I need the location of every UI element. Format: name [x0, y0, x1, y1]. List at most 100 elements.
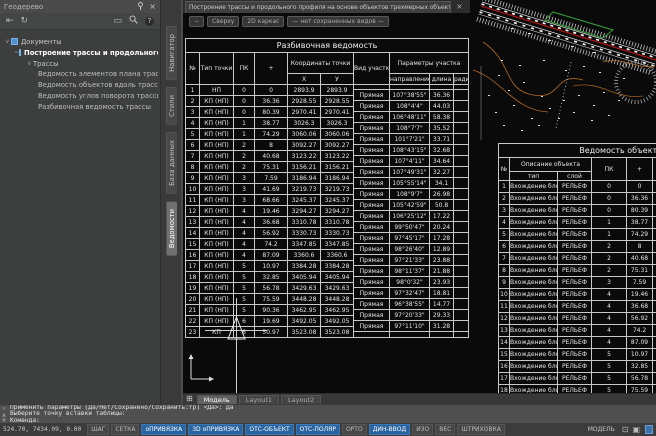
viewport-control-button[interactable]: Сверху — [207, 16, 239, 27]
refresh-icon[interactable]: ↻ — [21, 16, 29, 26]
segment-row: Прямая97°32'47"18.81 — [354, 288, 469, 299]
status-toggle-button[interactable]: ИЗО — [412, 424, 433, 435]
tree-leaf-item[interactable]: Разбивочная ведомость трассы — [4, 102, 158, 113]
chevron-down-icon[interactable]: ∨ — [26, 60, 33, 67]
stakeout-table-title: Разбивочная ведомость — [185, 38, 469, 52]
status-toggle-button[interactable]: 3D оПРИВЯЗКА — [188, 424, 243, 435]
object-row: 16Вхождение блокаРЕЛЬЕФ 532.85 — [499, 361, 656, 373]
stakeout-points: № Тип точки ПК + Координаты точки Х У — [185, 52, 354, 338]
document-tree: ∨ Документы − Построение трассы и продол… — [0, 30, 160, 113]
drawing-icon — [19, 49, 21, 56]
status-toggle-button[interactable]: ОРТО — [342, 424, 367, 435]
document-close-icon[interactable]: × — [456, 0, 463, 13]
object-row: 10Вхождение блокаРЕЛЬЕФ 419.46 — [499, 289, 656, 301]
stakeout-row: 8КП (НП)2 75.313156.213156.21 — [186, 162, 354, 173]
status-toggle-button[interactable]: СЕТКА — [111, 424, 139, 435]
object-row: 5Вхождение блокаРЕЛЬЕФ 174.29 — [499, 229, 656, 241]
status-toggle-button[interactable]: оПРИВЯЗКА — [141, 424, 186, 435]
object-row: 8Вхождение блокаРЕЛЬЕФ 275.31 — [499, 265, 656, 277]
panel-titlebar: Геодерево × — [0, 0, 160, 13]
segment-row: Прямая108°9'7"26.98 — [354, 189, 469, 200]
objects-table: Ведомость объектов № Описание объекта ПК… — [498, 143, 656, 393]
stakeout-row: 7КП (НП)2 40.683123.223123.22 — [186, 151, 354, 162]
object-row: 1Вхождение блокаРЕЛЬЕФ 00 — [499, 181, 656, 193]
tree-leaf-item[interactable]: Ведомость элементов плана трассы — [4, 69, 158, 80]
documents-icon — [11, 38, 18, 45]
tree-leaf-item[interactable]: Ведомость углов поворота трассы — [4, 91, 158, 102]
viewport-control-button[interactable]: 2D каркас — [242, 16, 284, 27]
segment-row: Прямая108°43'15"32.68 — [354, 145, 469, 156]
tree-node-routes[interactable]: ∨ Трассы — [4, 58, 158, 69]
layout-tab[interactable]: Модель — [197, 395, 237, 404]
tree-node-documents[interactable]: ∨ Документы — [4, 36, 158, 47]
segment-row: Прямая108°4'4"44.03 — [354, 101, 469, 112]
search-icon[interactable] — [129, 15, 138, 27]
stakeout-row: 13КП (НП)4 36.683310.783310.78 — [186, 217, 354, 228]
layout-grid-icon[interactable]: ⊞ — [186, 395, 193, 403]
command-gutter: ≡ ▲ ▼ — [0, 405, 8, 423]
segment-row: Прямая108°7'7"35.52 — [354, 123, 469, 134]
workspace-icon[interactable]: ▣ — [632, 425, 640, 434]
segment-row: Прямая105°55'14"34.1 — [354, 178, 469, 189]
stakeout-segments: Вид участка Параметры участка направлени… — [353, 52, 469, 338]
status-toggle-button[interactable]: ОТС-ОБЪЕКТ — [245, 424, 293, 435]
document-tab[interactable]: Построение трассы и продольного профиля … — [185, 1, 451, 13]
side-tab[interactable]: Навигатор — [166, 26, 177, 80]
object-row: 15Вхождение блокаРЕЛЬЕФ 510.97 — [499, 349, 656, 361]
status-toggle-button[interactable]: ВЕС — [435, 424, 455, 435]
object-row: 17Вхождение блокаРЕЛЬЕФ 556.78 — [499, 373, 656, 385]
status-toggle-button[interactable]: ОТС-ПОЛЯР — [296, 424, 340, 435]
stakeout-row: 22КП (НП)6 19.693492.053492.05 — [186, 316, 354, 327]
object-row: 11Вхождение блокаРЕЛЬЕФ 436.68 — [499, 301, 656, 313]
stakeout-row: 15КП (НП)4 74.23347.853347.85 — [186, 239, 354, 250]
status-toggle-button[interactable]: ШТРИХОВКА — [457, 424, 505, 435]
side-tab[interactable]: Ведомости — [166, 201, 177, 256]
stakeout-row: 20КП (НП)5 75.593448.283448.28 — [186, 294, 354, 305]
stakeout-row: 3КП (НП)0 80.392970.412970.41 — [186, 107, 354, 118]
select-area-icon[interactable]: ▭ — [113, 16, 122, 26]
notification-icon[interactable] — [645, 425, 653, 434]
segment-row: Прямая101°7'21"33.71 — [354, 134, 469, 145]
tree-leaf-item[interactable]: Ведомость объектов вдоль трассы — [4, 80, 158, 91]
collapse-tree-icon[interactable]: ⇤ — [6, 16, 14, 26]
stakeout-row: 6КП (НП)2 83092.273092.27 — [186, 140, 354, 151]
stakeout-row: 16КП (НП)4 87.093360.63360.6 — [186, 250, 354, 261]
chevron-down-icon[interactable]: ∨ — [4, 38, 11, 45]
side-tab[interactable]: Стили — [166, 87, 177, 125]
layout-tab-strip: ⊞ МодельLayout1Layout2 — [183, 393, 656, 404]
segment-row: Прямая97°20'33"29.33 — [354, 310, 469, 321]
stakeout-row: 10КП (НП)3 41.693219.733219.73 — [186, 184, 354, 195]
segment-row: Прямая107°38'55"36.36 — [354, 90, 469, 101]
app-window: Геодерево × ⇤ ↻ ▭ ? ∨ Документы − — [0, 0, 656, 436]
stakeout-row: 17КП (НП)5 10.973384.283384.28 — [186, 261, 354, 272]
command-history: Применить параметры [Да/Нет/Сохранено/Со… — [8, 405, 656, 423]
stakeout-row: 5КП (НП)1 74.293060.063060.06 — [186, 129, 354, 140]
help-icon[interactable]: ? — [145, 17, 154, 26]
status-toggle-button[interactable]: ШАГ — [87, 424, 109, 435]
layout-tab[interactable]: Layout2 — [281, 395, 321, 404]
segment-row: Прямая99°50'47"20.24 — [354, 222, 469, 233]
stakeout-row: 19КП (НП)5 56.783429.633429.63 — [186, 283, 354, 294]
side-tab[interactable]: База данных — [166, 132, 177, 194]
stakeout-row: 12КП (НП)4 19.463294.273294.27 — [186, 206, 354, 217]
stakeout-row: 11КП (НП)3 68.663245.373245.37 — [186, 195, 354, 206]
space-mode-label[interactable]: МОДЕЛЬ — [588, 426, 615, 433]
drawing-canvas[interactable]: Разбивочная ведомость № Тип точки ПК + К… — [183, 0, 656, 393]
object-row: 13Вхождение блокаРЕЛЬЕФ 474.2 — [499, 325, 656, 337]
segment-row: Прямая107°49'31"32.27 — [354, 167, 469, 178]
annotation-scale-icon[interactable]: ⊡ — [622, 425, 629, 434]
document-tab-title: Построение трассы и продольного профиля … — [189, 4, 451, 11]
segment-row: Прямая96°38'55"14.77 — [354, 299, 469, 310]
status-toggle-button[interactable]: ДИН-ВВОД — [369, 424, 411, 435]
stakeout-row: 23КП6 50.973523.083523.08 — [186, 327, 354, 338]
tree-leaf-list: Ведомость элементов плана трассыВедомост… — [4, 69, 158, 113]
viewport-control-button[interactable]: — нет сохраненных видов — — [287, 16, 388, 27]
command-line-area[interactable]: ≡ ▲ ▼ Применить параметры [Да/Нет/Сохран… — [0, 404, 656, 423]
objects-table-title: Ведомость объектов — [498, 143, 656, 157]
panel-close-icon[interactable]: × — [149, 3, 156, 11]
pin-icon[interactable] — [137, 2, 144, 12]
tree-node-document[interactable]: − Построение трассы и продольного про... — [4, 47, 158, 58]
viewport-control-button[interactable]: − — [189, 16, 204, 27]
layout-tab[interactable]: Layout1 — [239, 395, 279, 404]
segment-row: Прямая106°48'11"58.38 — [354, 112, 469, 123]
